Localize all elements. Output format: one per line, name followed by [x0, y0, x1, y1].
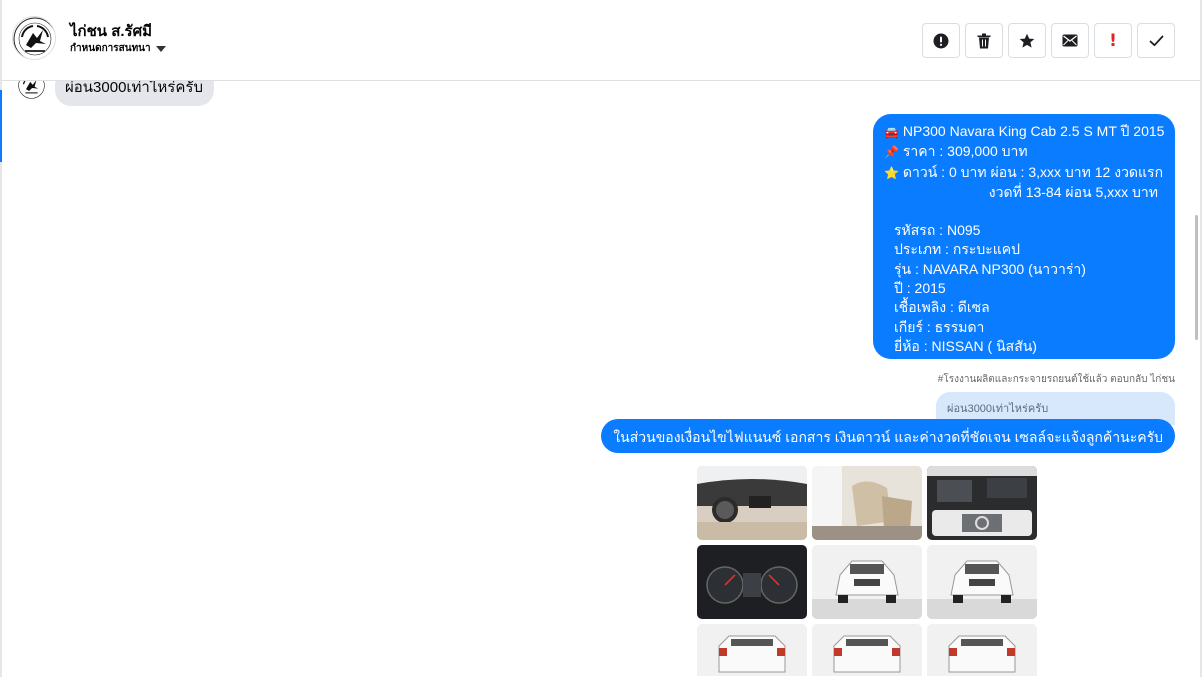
photo-gauge-cluster[interactable] — [697, 545, 807, 619]
listing-installments: งวดที่ 13-84 ผ่อน 5,xxx บาท — [988, 183, 1158, 200]
photo-rear-seat[interactable] — [812, 466, 922, 540]
photo-rear-view-3[interactable] — [927, 624, 1037, 676]
listing-price: ราคา : 309,000 บาท — [902, 143, 1028, 160]
envelope-icon — [1062, 34, 1078, 47]
alert-circle-icon — [933, 33, 949, 48]
left-panel-active-indicator — [0, 90, 2, 162]
listing-price-line: 📌 ราคา : 309,000 บาท — [884, 142, 1164, 162]
listing-message-bubble: 🚘 NP300 Navara King Cab 2.5 S MT ปี 2015… — [873, 114, 1175, 359]
photo-gallery — [697, 466, 1037, 676]
listing-year: ปี : 2015 — [894, 280, 946, 297]
delete-button[interactable] — [965, 23, 1003, 58]
pushpin-icon: 📌 — [884, 145, 899, 160]
listing-down-payment: ดาวน์ : 0 บาท ผ่อน : 3,xxx บาท 12 งวดแรก — [902, 163, 1164, 180]
header-actions: ! — [922, 23, 1175, 58]
caret-down-icon — [155, 46, 166, 52]
trash-icon — [977, 33, 991, 48]
photo-rear-view-2[interactable] — [812, 624, 922, 676]
mail-button[interactable] — [1051, 23, 1089, 58]
star-emoji-icon: ⭐ — [884, 165, 899, 180]
exclamation-icon: ! — [1109, 30, 1117, 51]
photo-front-view[interactable] — [812, 545, 922, 619]
spam-button[interactable]: ! — [1094, 23, 1132, 58]
reply-context-label: #โรงงานผลิตและกระจายรถยนต์ใช้แล้ว ตอบกลั… — [937, 374, 1175, 385]
conversation-header: ไก่ชน ส.รัศมี กำหนดการสนทนา ! — [2, 0, 1200, 81]
messages-scrollbar[interactable] — [1195, 215, 1198, 340]
conversation-menu[interactable]: กำหนดการสนทนา — [70, 41, 166, 56]
listing-model: รุ่น : NAVARA NP300 (นาวาร่า) — [894, 260, 1086, 277]
listing-type: ประเภท : กระบะแคป — [894, 241, 1021, 258]
listing-fuel: เชื้อเพลิง : ดีเซล — [894, 299, 990, 316]
star-icon — [1019, 33, 1035, 48]
check-icon — [1149, 35, 1163, 46]
photo-engine-bay[interactable] — [927, 466, 1037, 540]
listing-gear: เกียร์ : ธรรมดา — [894, 318, 985, 335]
photo-dashboard[interactable] — [697, 466, 807, 540]
car-icon: 🚘 — [884, 125, 899, 139]
contact-name[interactable]: ไก่ชน ส.รัศมี — [70, 19, 152, 43]
listing-title-line: 🚘 NP300 Navara King Cab 2.5 S MT ปี 2015 — [884, 122, 1164, 142]
conversation-menu-label: กำหนดการสนทนา — [70, 43, 151, 54]
listing-title: NP300 Navara King Cab 2.5 S MT ปี 2015 — [902, 123, 1165, 139]
photo-rear-view[interactable] — [697, 624, 807, 676]
photo-front-view-2[interactable] — [927, 545, 1037, 619]
star-button[interactable] — [1008, 23, 1046, 58]
done-button[interactable] — [1137, 23, 1175, 58]
listing-brand: ยี่ห้อ : NISSAN ( นิสสัน) — [894, 337, 1037, 354]
listing-spacer — [884, 202, 1164, 221]
reply-message-bubble: ในส่วนของเงื่อนไขไฟแนนซ์ เอกสาร เงินดาวน… — [601, 419, 1175, 453]
listing-down-line: ⭐ ดาวน์ : 0 บาท ผ่อน : 3,xxx บาท 12 งวดแ… — [884, 163, 1164, 183]
info-button[interactable] — [922, 23, 960, 58]
contact-avatar[interactable] — [12, 16, 56, 60]
listing-code: รหัสรถ : N095 — [894, 222, 981, 239]
